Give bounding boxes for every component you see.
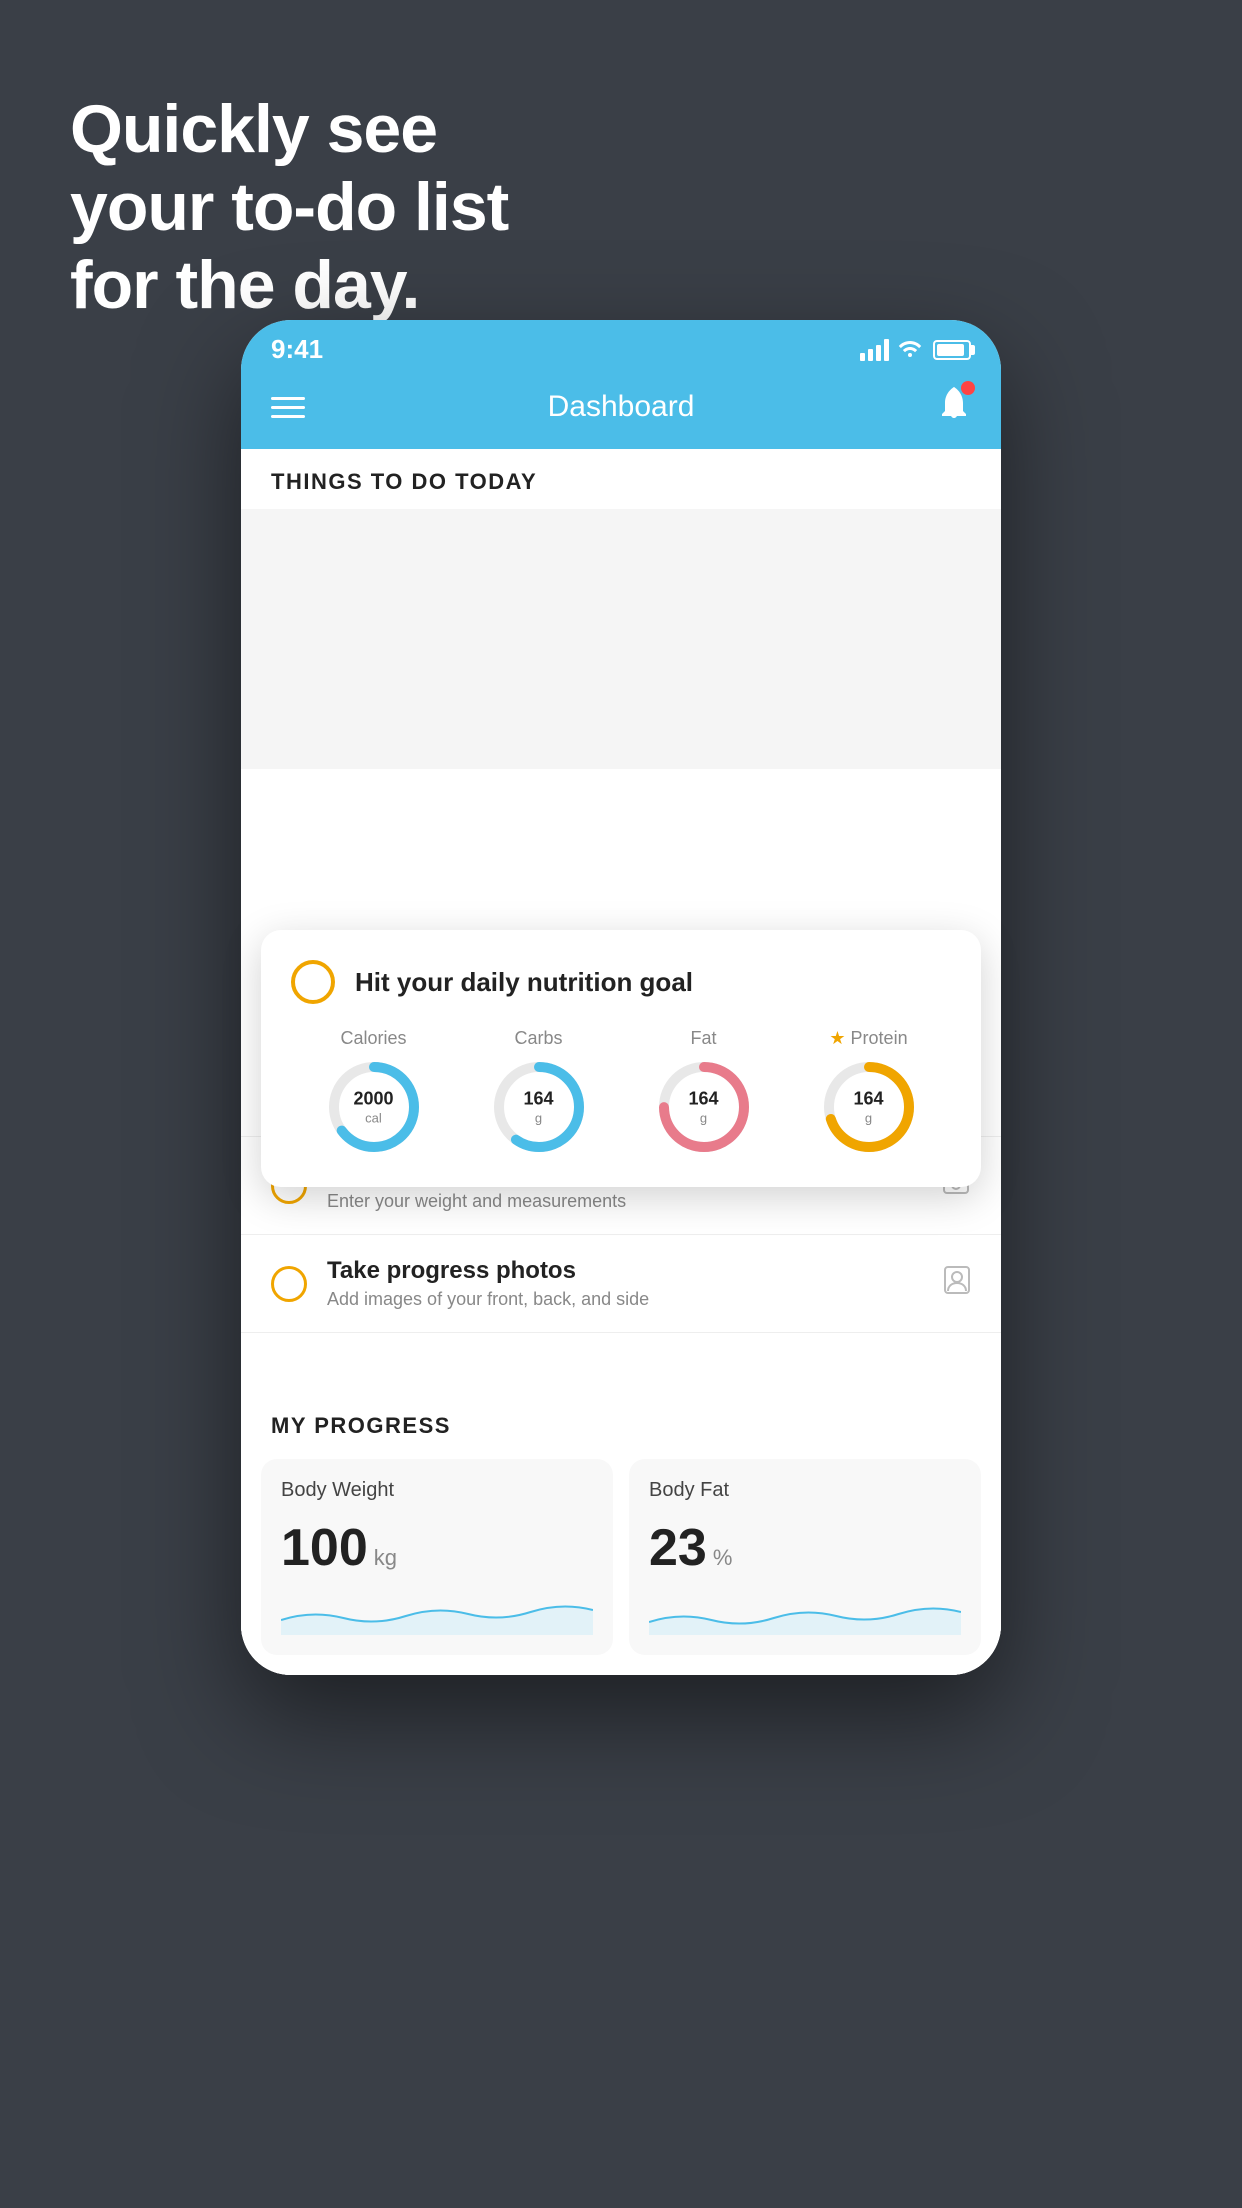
carbs-value-center: 164 g xyxy=(523,1088,553,1125)
nav-bar: Dashboard xyxy=(241,375,1001,449)
hamburger-line xyxy=(271,406,305,409)
progress-card-title-fat: Body Fat xyxy=(649,1479,961,1502)
progress-card-fat[interactable]: Body Fat 23 % xyxy=(629,1459,981,1655)
things-to-do-header: THINGS TO DO TODAY xyxy=(241,449,1001,509)
nutrition-item-protein: ★ Protein 164 g xyxy=(819,1028,919,1157)
progress-header: MY PROGRESS xyxy=(241,1383,1001,1459)
nutrition-check-circle[interactable] xyxy=(291,960,335,1004)
nutrition-item-fat: Fat 164 g xyxy=(654,1028,754,1157)
progress-title: MY PROGRESS xyxy=(271,1413,971,1439)
nutrition-card: Hit your daily nutrition goal Calories 2… xyxy=(261,930,981,1187)
todo-subtitle-photos: Add images of your front, back, and side xyxy=(327,1289,923,1310)
progress-cards: Body Weight 100 kg Bod xyxy=(241,1459,1001,1675)
hero-line1: Quickly see xyxy=(70,90,508,168)
protein-value-center: 164 g xyxy=(853,1088,883,1125)
protein-unit: g xyxy=(853,1110,883,1126)
nutrition-card-title: Hit your daily nutrition goal xyxy=(355,967,693,998)
protein-value: 164 xyxy=(853,1088,883,1110)
wifi-icon xyxy=(897,336,923,364)
weight-value: 100 xyxy=(281,1518,368,1578)
status-bar: 9:41 xyxy=(241,320,1001,375)
todo-list: Running Track your stats (target: 5km) T… xyxy=(241,769,1001,1675)
hero-line3: for the day. xyxy=(70,246,508,324)
protein-label-row: ★ Protein xyxy=(829,1028,907,1049)
nav-title: Dashboard xyxy=(548,390,695,424)
battery-icon xyxy=(933,340,971,360)
status-icons xyxy=(860,336,971,364)
calories-unit: cal xyxy=(353,1110,393,1126)
card-header: Hit your daily nutrition goal xyxy=(291,960,951,1004)
todo-item-photos[interactable]: Take progress photos Add images of your … xyxy=(241,1235,1001,1333)
spacer xyxy=(241,1333,1001,1383)
fat-value: 23 xyxy=(649,1518,707,1578)
progress-value-weight: 100 kg xyxy=(281,1518,593,1578)
hero-text: Quickly see your to-do list for the day. xyxy=(70,90,508,325)
todo-check-photos[interactable] xyxy=(271,1266,307,1302)
todo-subtitle-body-stats: Enter your weight and measurements xyxy=(327,1191,921,1212)
progress-card-weight[interactable]: Body Weight 100 kg xyxy=(261,1459,613,1655)
section-title-today: THINGS TO DO TODAY xyxy=(271,469,971,495)
nutrition-item-carbs: Carbs 164 g xyxy=(489,1028,589,1157)
signal-icon xyxy=(860,339,889,361)
hamburger-line xyxy=(271,415,305,418)
todo-text-photos: Take progress photos Add images of your … xyxy=(327,1257,923,1310)
protein-donut: 164 g xyxy=(819,1057,919,1157)
carbs-unit: g xyxy=(523,1110,553,1126)
progress-value-fat: 23 % xyxy=(649,1518,961,1578)
status-time: 9:41 xyxy=(271,334,323,365)
todo-title-photos: Take progress photos xyxy=(327,1257,923,1285)
calories-value-center: 2000 cal xyxy=(353,1088,393,1125)
nutrition-grid: Calories 2000 cal Carbs xyxy=(291,1028,951,1157)
notification-dot xyxy=(961,381,975,395)
carbs-value: 164 xyxy=(523,1088,553,1110)
weight-unit: kg xyxy=(374,1545,397,1571)
star-icon: ★ xyxy=(829,1028,845,1049)
fat-label: Fat xyxy=(690,1028,716,1049)
fat-unit-display: g xyxy=(688,1110,718,1126)
calories-donut: 2000 cal xyxy=(324,1057,424,1157)
calories-value: 2000 xyxy=(353,1088,393,1110)
my-progress-section: MY PROGRESS Body Weight 100 kg xyxy=(241,1383,1001,1675)
progress-card-title-weight: Body Weight xyxy=(281,1479,593,1502)
nutrition-item-calories: Calories 2000 cal xyxy=(324,1028,424,1157)
calories-label: Calories xyxy=(340,1028,406,1049)
hero-line2: your to-do list xyxy=(70,168,508,246)
fat-value-display: 164 xyxy=(688,1088,718,1110)
notification-bell-icon[interactable] xyxy=(937,385,971,429)
person-icon xyxy=(943,1265,971,1302)
hamburger-menu[interactable] xyxy=(271,397,305,418)
fat-wave xyxy=(649,1590,961,1635)
carbs-donut: 164 g xyxy=(489,1057,589,1157)
fat-value-center: 164 g xyxy=(688,1088,718,1125)
weight-wave xyxy=(281,1590,593,1635)
hamburger-line xyxy=(271,397,305,400)
carbs-label: Carbs xyxy=(514,1028,562,1049)
fat-unit: % xyxy=(713,1545,733,1571)
fat-donut: 164 g xyxy=(654,1057,754,1157)
protein-label: Protein xyxy=(851,1028,908,1049)
